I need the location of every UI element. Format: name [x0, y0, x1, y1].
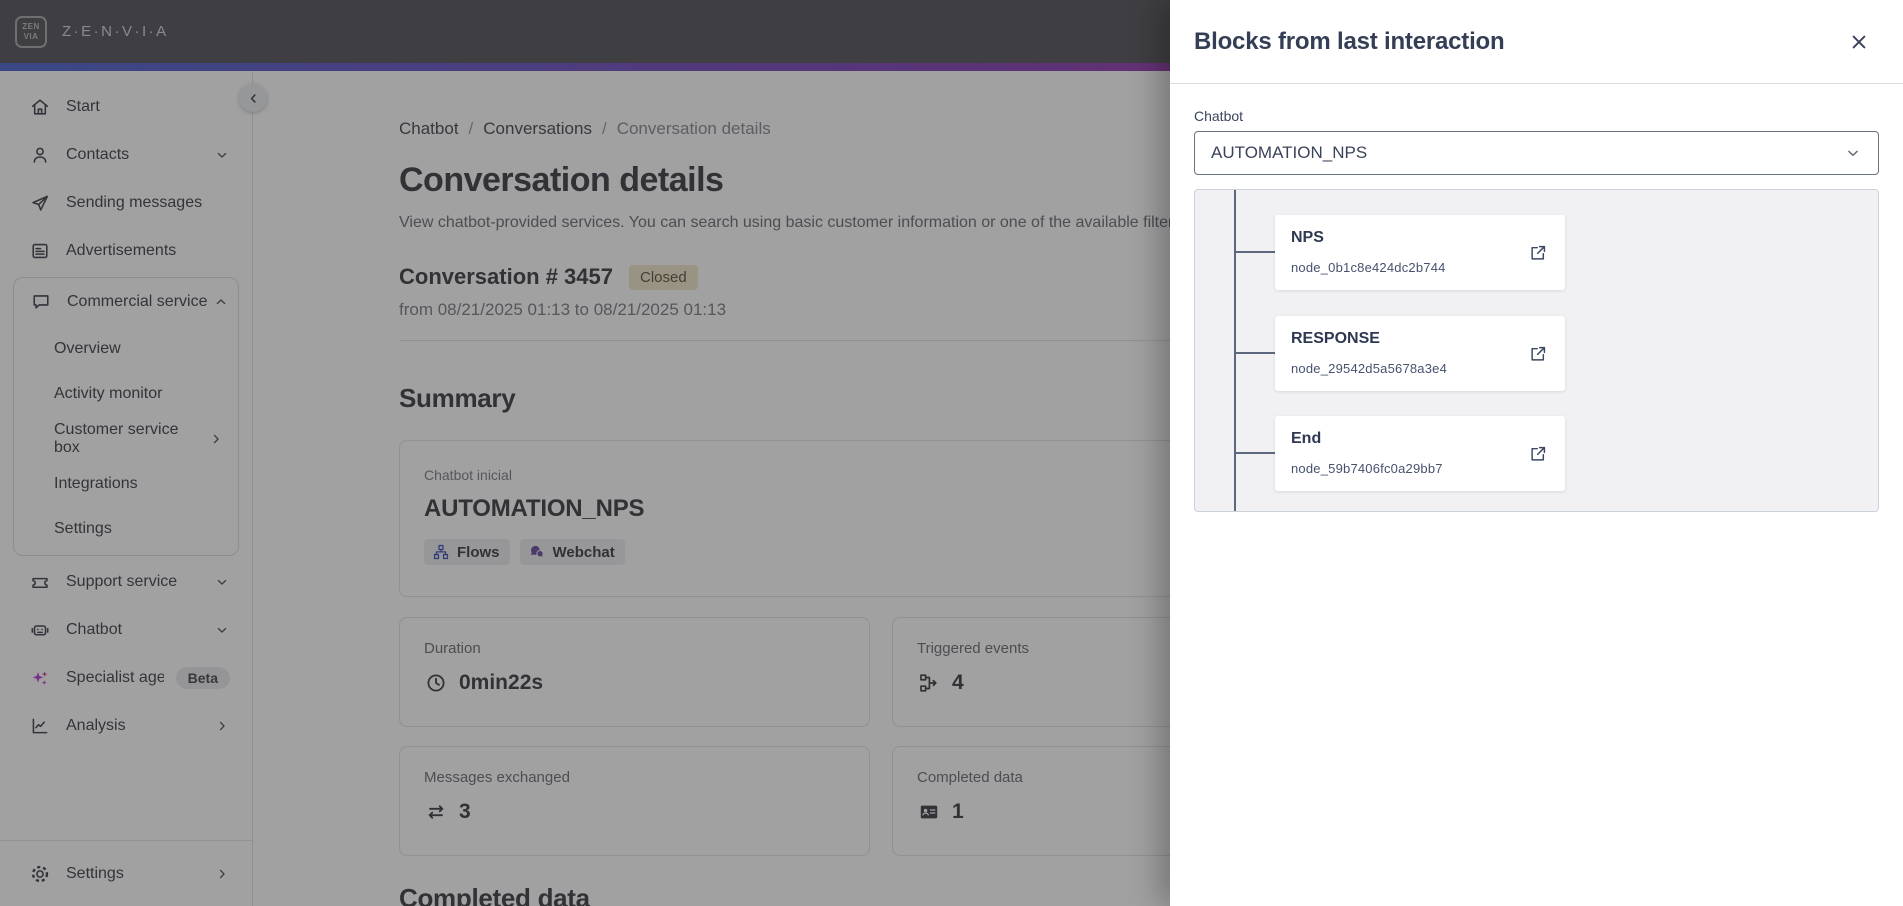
- block-card-response[interactable]: RESPONSE node_29542d5a5678a3e4: [1275, 316, 1565, 391]
- chevron-down-icon: [1844, 144, 1862, 162]
- blocks-tree-panel: NPS node_0b1c8e424dc2b744 RESPONSE node_…: [1194, 189, 1879, 512]
- chatbot-select-label: Chatbot: [1194, 108, 1244, 124]
- external-link-icon[interactable]: [1527, 343, 1549, 365]
- drawer-header: Blocks from last interaction: [1170, 0, 1903, 84]
- block-card-end[interactable]: End node_59b7406fc0a29bb7: [1275, 416, 1565, 491]
- blocks-drawer: Blocks from last interaction Chatbot AUT…: [1170, 0, 1903, 906]
- chatbot-select[interactable]: AUTOMATION_NPS: [1194, 131, 1879, 175]
- block-name: RESPONSE: [1291, 330, 1380, 347]
- block-card-nps[interactable]: NPS node_0b1c8e424dc2b744: [1275, 215, 1565, 290]
- tree-line: [1234, 190, 1236, 511]
- block-node-id: node_59b7406fc0a29bb7: [1291, 461, 1443, 476]
- close-icon[interactable]: [1847, 30, 1871, 54]
- block-node-id: node_29542d5a5678a3e4: [1291, 361, 1448, 376]
- chatbot-select-value: AUTOMATION_NPS: [1211, 143, 1368, 162]
- tree-connector: [1236, 452, 1275, 454]
- tree-connector: [1236, 352, 1275, 354]
- drawer-title: Blocks from last interaction: [1194, 27, 1505, 55]
- block-name: NPS: [1291, 229, 1324, 246]
- external-link-icon[interactable]: [1527, 242, 1549, 264]
- block-node-id: node_0b1c8e424dc2b744: [1291, 260, 1446, 275]
- block-name: End: [1291, 430, 1322, 447]
- external-link-icon[interactable]: [1527, 443, 1549, 465]
- tree-connector: [1236, 251, 1275, 253]
